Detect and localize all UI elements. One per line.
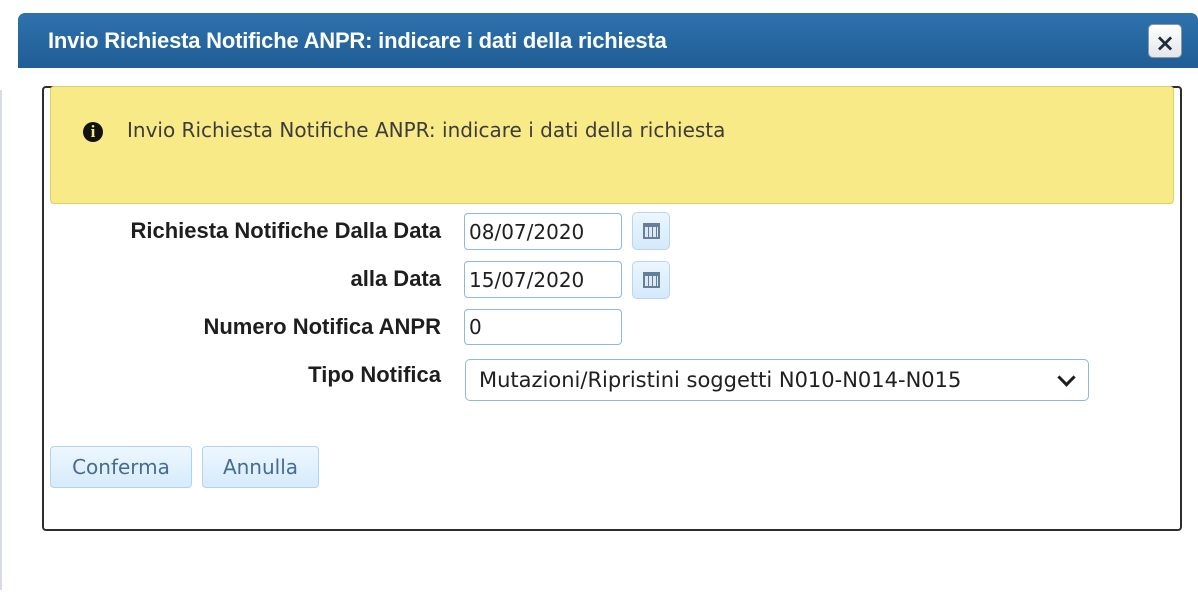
dialog-title: Invio Richiesta Notifiche ANPR: indicare… <box>48 28 667 53</box>
close-button[interactable]: × <box>1148 24 1182 58</box>
cancel-button[interactable]: Annulla <box>202 446 319 488</box>
notification-type-select[interactable]: Mutazioni/Ripristini soggetti N010-N014-… <box>465 359 1089 401</box>
info-notice-message: Invio Richiesta Notifiche ANPR: indicare… <box>127 118 726 142</box>
to-date-input[interactable] <box>464 261 622 298</box>
anpr-request-dialog-page: Invio Richiesta Notifiche ANPR: indicare… <box>0 0 1198 601</box>
info-icon: i <box>83 122 103 142</box>
from-date-calendar-button[interactable] <box>632 212 670 250</box>
notification-number-input[interactable] <box>464 309 622 345</box>
dialog-titlebar: Invio Richiesta Notifiche ANPR: indicare… <box>18 13 1198 68</box>
to-date-calendar-button[interactable] <box>632 261 670 299</box>
notification-type-label: Tipo Notifica <box>308 362 441 387</box>
calendar-icon <box>643 223 660 239</box>
calendar-icon <box>643 272 660 288</box>
info-notice: i Invio Richiesta Notifiche ANPR: indica… <box>50 86 1174 204</box>
notification-number-label: Numero Notifica ANPR <box>203 314 441 339</box>
background-window-edge <box>0 90 2 590</box>
chevron-down-icon <box>1057 368 1076 387</box>
close-icon: × <box>1155 29 1176 57</box>
to-date-label: alla Data <box>350 266 442 291</box>
notification-type-selected-value: Mutazioni/Ripristini soggetti N010-N014-… <box>479 368 962 392</box>
from-date-input[interactable] <box>464 213 622 250</box>
confirm-button[interactable]: Conferma <box>50 446 192 488</box>
from-date-label: Richiesta Notifiche Dalla Data <box>130 218 441 243</box>
